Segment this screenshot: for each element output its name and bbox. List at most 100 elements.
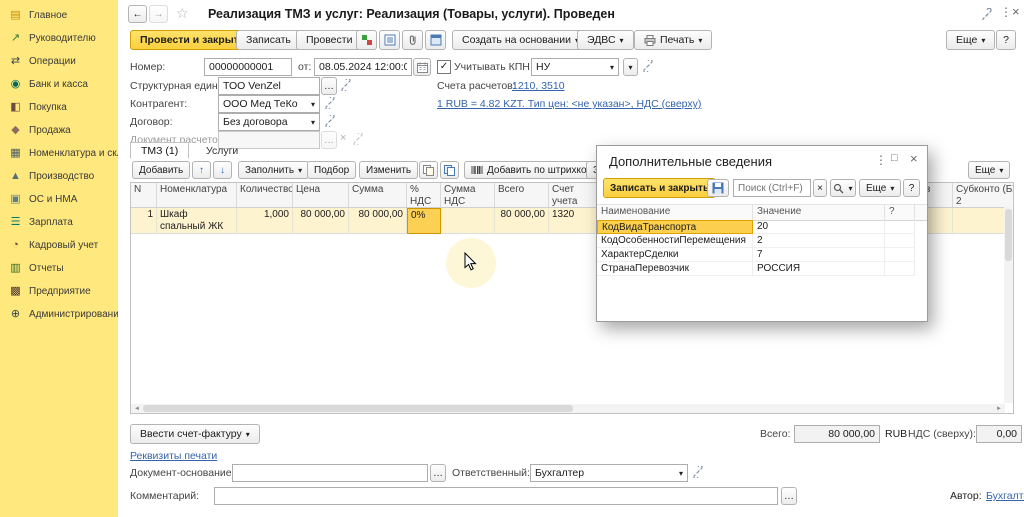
number-field[interactable]: 00000000001 [204,58,292,76]
sidebar-item-sales[interactable]: ◆Продажа [0,119,118,142]
horizontal-scrollbar[interactable]: ◄ ► [131,404,1005,413]
dialog-cell-name[interactable]: СтранаПеревозчик [597,262,753,276]
dialog-cell-value[interactable]: 7 [753,248,885,262]
counterparty-open-link-icon[interactable] [324,97,336,109]
favorite-star-icon[interactable]: ☆ [176,6,189,20]
sidebar-item-enterprise[interactable]: ▩Предприятие [0,280,118,303]
structural-unit-field[interactable]: ТОО VenZel [218,77,320,95]
add-by-barcode-button[interactable]: Добавить по штрихкоду [464,161,604,179]
grid-edit-button[interactable]: Изменить [359,161,418,179]
dialog-kebab-menu-icon[interactable]: ⋮ [875,154,887,166]
grid-fill-button[interactable]: Заполнить [238,161,309,179]
sidebar-item-administration[interactable]: ⊕Администрирование [0,303,118,326]
get-link-icon[interactable] [981,8,993,20]
responsible-combobox[interactable]: Бухгалтер [530,464,688,482]
move-row-down-button[interactable]: ↓ [213,161,232,179]
comment-expand-button[interactable]: … [781,487,797,505]
tab-services[interactable]: Услуги [196,142,248,159]
sidebar-item-main[interactable]: ▤Главное [0,4,118,27]
vertical-scrollbar[interactable] [1004,207,1013,403]
vertical-scrollbar-thumb[interactable] [1005,209,1012,261]
sidebar-item-production[interactable]: ▲Производство [0,165,118,188]
cell-vat-rate-active[interactable]: 0% [407,208,441,234]
dtkt-postings-icon-button[interactable] [356,30,377,50]
move-row-up-button[interactable]: ↑ [192,161,211,179]
column-header-vat-amount[interactable]: Сумма НДС [441,183,495,207]
column-header-amount[interactable]: Сумма [349,183,407,207]
base-document-select-button[interactable]: … [430,464,446,482]
dialog-search-input[interactable] [733,179,811,197]
horizontal-scrollbar-thumb[interactable] [143,405,573,412]
dialog-search-clear-button[interactable]: × [813,179,827,197]
dialog-column-name[interactable]: Наименование [597,205,753,220]
contract-open-link-icon[interactable] [324,115,336,127]
help-button[interactable]: ? [996,30,1016,50]
column-header-vat-rate[interactable]: % НДС [407,183,441,207]
consider-kpn-checkbox[interactable]: ✓ [437,60,451,74]
kpn-open-link-icon[interactable] [642,60,654,72]
edi-button[interactable]: ЭДВС [577,30,634,50]
post-button[interactable]: Провести [296,30,362,50]
sidebar-item-inventory[interactable]: ▦Номенклатура и склад [0,142,118,165]
related-documents-icon-button[interactable] [425,30,446,50]
column-header-n[interactable]: N [131,183,157,207]
enter-invoice-button[interactable]: Ввести счет-фактуру [130,424,260,444]
grid-add-button[interactable]: Добавить [132,161,190,179]
currency-rate-link[interactable]: 1 RUB = 4.82 KZT. Тип цен: <не указан>, … [437,98,701,110]
cell-quantity[interactable]: 1,000 [237,208,293,234]
comment-input[interactable] [214,487,778,505]
grid-more-button[interactable]: Еще [968,161,1010,179]
dialog-cell-name[interactable]: КодВидаТранспорта [597,220,753,234]
sidebar-item-manager[interactable]: ↗Руководителю [0,27,118,50]
dialog-row[interactable]: СтранаПеревозчик РОССИЯ [597,262,927,276]
dialog-search-icon-button[interactable] [830,179,856,197]
sidebar-item-salary[interactable]: ☰Зарплата [0,211,118,234]
settlement-doc-select-button[interactable]: … [321,131,337,149]
structural-unit-select-button[interactable]: … [321,77,337,95]
attachments-icon-button[interactable] [402,30,423,50]
dialog-cell-flag[interactable] [885,262,915,276]
sidebar-item-purchase[interactable]: ◧Покупка [0,96,118,119]
dialog-cell-name[interactable]: КодОсобенностиПеремещения [597,234,753,248]
create-based-on-button[interactable]: Создать на основании [452,30,589,50]
dialog-cell-flag[interactable] [885,234,915,248]
column-header-account[interactable]: Счет учета (БУ) [549,183,597,207]
back-button[interactable]: ← [128,5,147,23]
responsible-open-link-icon[interactable] [692,466,704,478]
sidebar-item-bank-cash[interactable]: ◉Банк и касса [0,73,118,96]
dialog-cell-flag[interactable] [885,248,915,262]
kpn-mode-combobox[interactable]: НУ [531,58,619,76]
dialog-save-close-button[interactable]: Записать и закрыть [603,178,716,198]
dialog-column-value[interactable]: Значение [753,205,885,220]
calendar-icon-button[interactable] [413,58,431,76]
dialog-close-icon[interactable]: × [910,152,918,165]
dialog-cell-value[interactable]: 2 [753,234,885,248]
more-button[interactable]: Еще [946,30,995,50]
sidebar-item-reports[interactable]: ▥Отчеты [0,257,118,280]
dialog-row[interactable]: КодВидаТранспорта 20 [597,220,927,234]
counterparty-combobox[interactable]: ООО Мед ТеКо [218,95,320,113]
column-header-quantity[interactable]: Количество [237,183,293,207]
sidebar-item-fixed-assets[interactable]: ▣ОС и НМА [0,188,118,211]
tab-tmz[interactable]: ТМЗ (1) [130,142,189,159]
grid-pick-button[interactable]: Подбор [307,161,356,179]
cell-account[interactable]: 1320 [549,208,597,234]
structural-unit-open-link-icon[interactable] [340,79,352,91]
kebab-menu-icon[interactable]: ⋮ [1000,6,1012,18]
print-button[interactable]: Печать [634,30,712,50]
column-header-price[interactable]: Цена [293,183,349,207]
cell-total[interactable]: 80 000,00 [495,208,549,234]
contract-combobox[interactable]: Без договора [218,113,320,131]
close-icon[interactable]: × [1012,5,1020,18]
cell-price[interactable]: 80 000,00 [293,208,349,234]
settlement-doc-open-link-icon[interactable] [352,133,364,145]
dialog-more-button[interactable]: Еще [859,179,901,197]
scroll-left-icon[interactable]: ◄ [131,404,143,413]
base-document-input[interactable] [232,464,428,482]
dialog-column-flag[interactable]: ? [885,205,915,220]
dialog-row[interactable]: КодОсобенностиПеремещения 2 [597,234,927,248]
dialog-cell-name[interactable]: ХарактерСделки [597,248,753,262]
dialog-maximize-icon[interactable]: □ [891,153,898,164]
sidebar-item-hr[interactable]: ◔Кадровый учет [0,234,118,257]
date-field[interactable]: 08.05.2024 12:00:00 [314,58,412,76]
